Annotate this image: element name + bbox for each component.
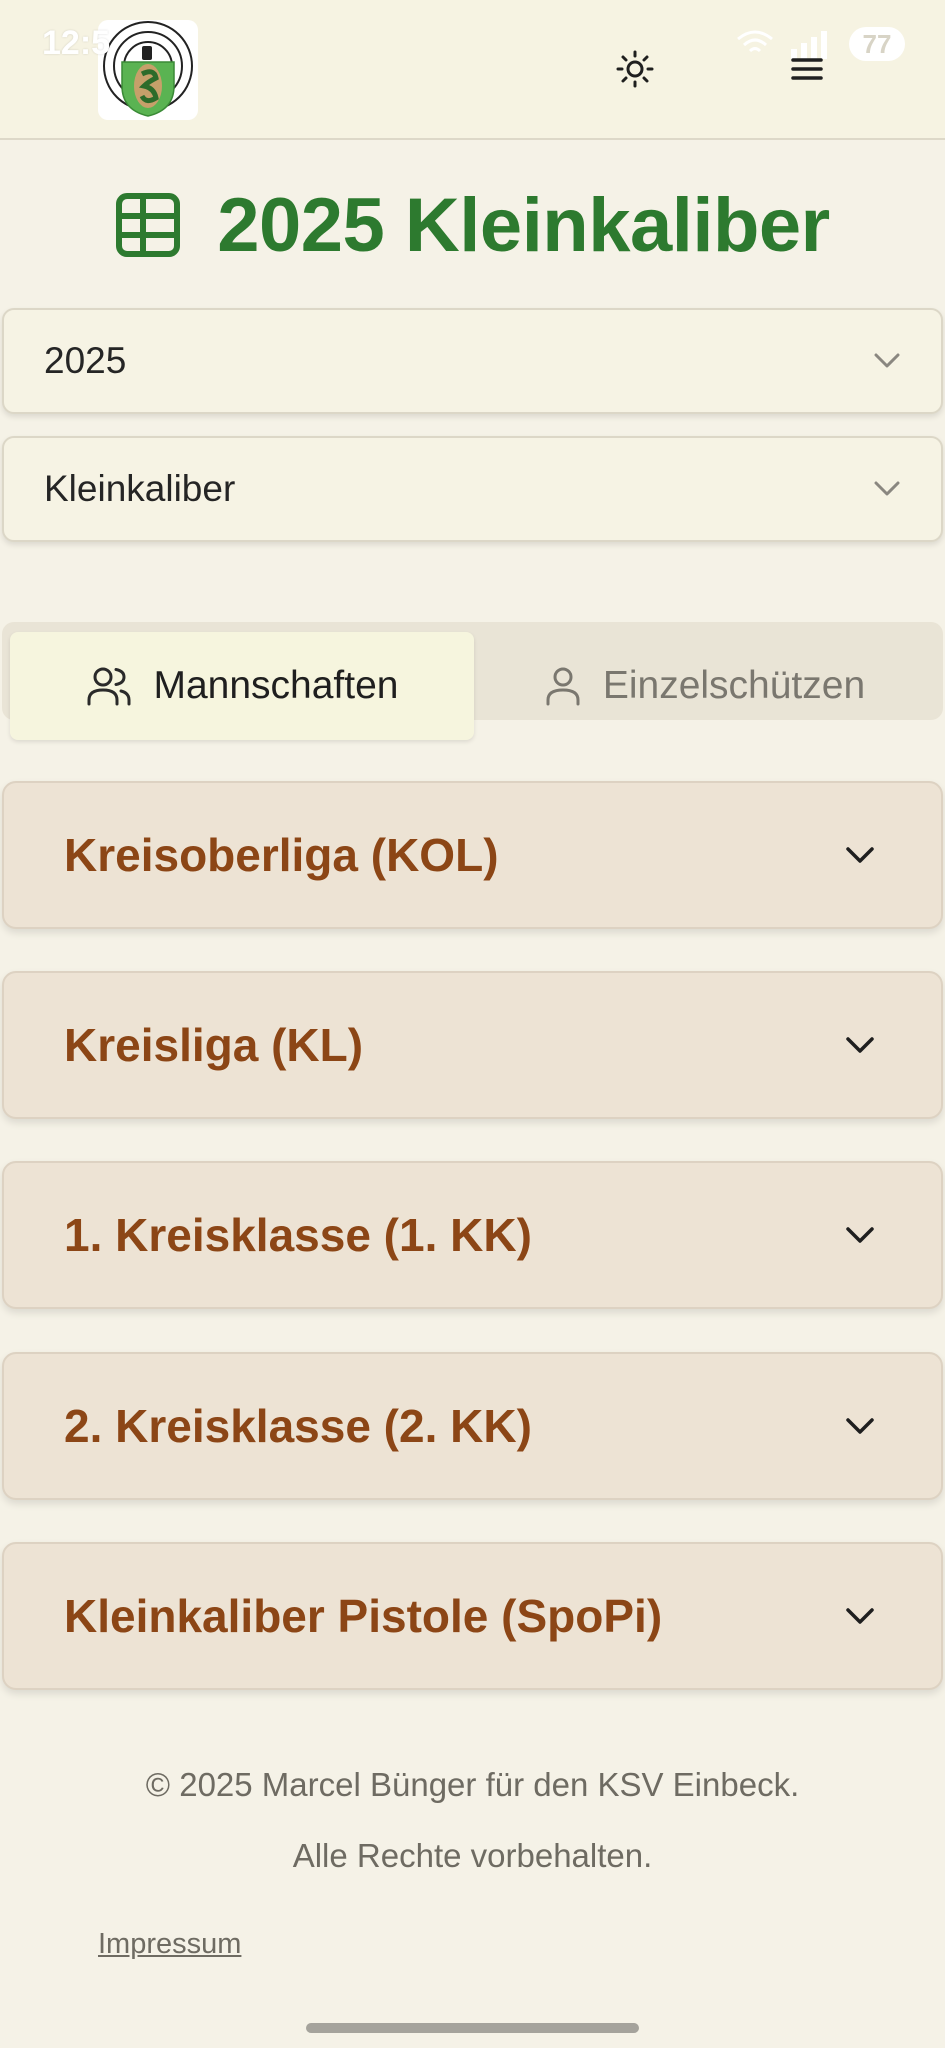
chevron-down-icon [874, 481, 900, 496]
league-accordion-2kk[interactable]: 2. Kreisklasse (2. KK) [2, 1352, 943, 1500]
theme-toggle-button[interactable] [612, 46, 658, 92]
battery-indicator: 77 [849, 27, 905, 61]
chevron-down-icon [874, 353, 900, 368]
league-label: Kreisliga (KL) [64, 1019, 364, 1071]
tab-einzelschuetzen-label: Einzelschützen [602, 664, 866, 707]
target-shield-icon [103, 21, 193, 117]
table-icon [116, 193, 181, 257]
tab-einzelschuetzen[interactable]: Einzelschützen [474, 632, 936, 740]
page-title-text: 2025 Kleinkaliber [217, 182, 830, 268]
discipline-select-value: Kleinkaliber [44, 468, 236, 509]
status-time: 12:5 [42, 24, 111, 62]
tab-mannschaften[interactable]: Mannschaften [10, 632, 474, 740]
chevron-down-icon [846, 1227, 874, 1243]
league-label: 2. Kreisklasse (2. KK) [64, 1400, 532, 1452]
footer-rights: Alle Rechte vorbehalten. [292, 1837, 653, 1874]
club-logo[interactable] [98, 20, 198, 120]
league-accordion-kl[interactable]: Kreisliga (KL) [2, 971, 943, 1119]
league-accordion-1kk[interactable]: 1. Kreisklasse (1. KK) [2, 1161, 943, 1309]
league-accordion-kol[interactable]: Kreisoberliga (KOL) [2, 781, 943, 929]
impressum-link[interactable]: Impressum [98, 1928, 241, 1961]
chevron-down-icon [846, 1418, 874, 1434]
year-select-value: 2025 [44, 340, 127, 381]
home-indicator[interactable] [306, 2023, 639, 2033]
users-icon [87, 667, 130, 706]
chevron-down-icon [846, 1608, 874, 1624]
chevron-down-icon [846, 847, 874, 863]
wifi-icon [737, 30, 773, 53]
league-label: 1. Kreisklasse (1. KK) [64, 1209, 532, 1261]
sun-icon [616, 50, 654, 88]
menu-button[interactable] [784, 46, 830, 92]
page-title: 2025 Kleinkaliber [0, 180, 945, 270]
footer-copyright: © 2025 Marcel Bünger für den KSV Einbeck… [145, 1766, 800, 1803]
hamburger-menu-icon [791, 58, 823, 80]
chevron-down-icon [846, 1037, 874, 1053]
tab-mannschaften-label: Mannschaften [153, 664, 399, 707]
discipline-select[interactable]: Kleinkaliber [2, 436, 943, 542]
year-select[interactable]: 2025 [2, 308, 943, 414]
user-icon [546, 667, 580, 706]
league-accordion-spopi[interactable]: Kleinkaliber Pistole (SpoPi) [2, 1542, 943, 1690]
league-label: Kreisoberliga (KOL) [64, 829, 499, 881]
top-app-bar: 12:5 77 [0, 0, 945, 140]
league-label: Kleinkaliber Pistole (SpoPi) [64, 1590, 663, 1642]
tab-bar: Mannschaften Einzelschützen [2, 622, 943, 740]
